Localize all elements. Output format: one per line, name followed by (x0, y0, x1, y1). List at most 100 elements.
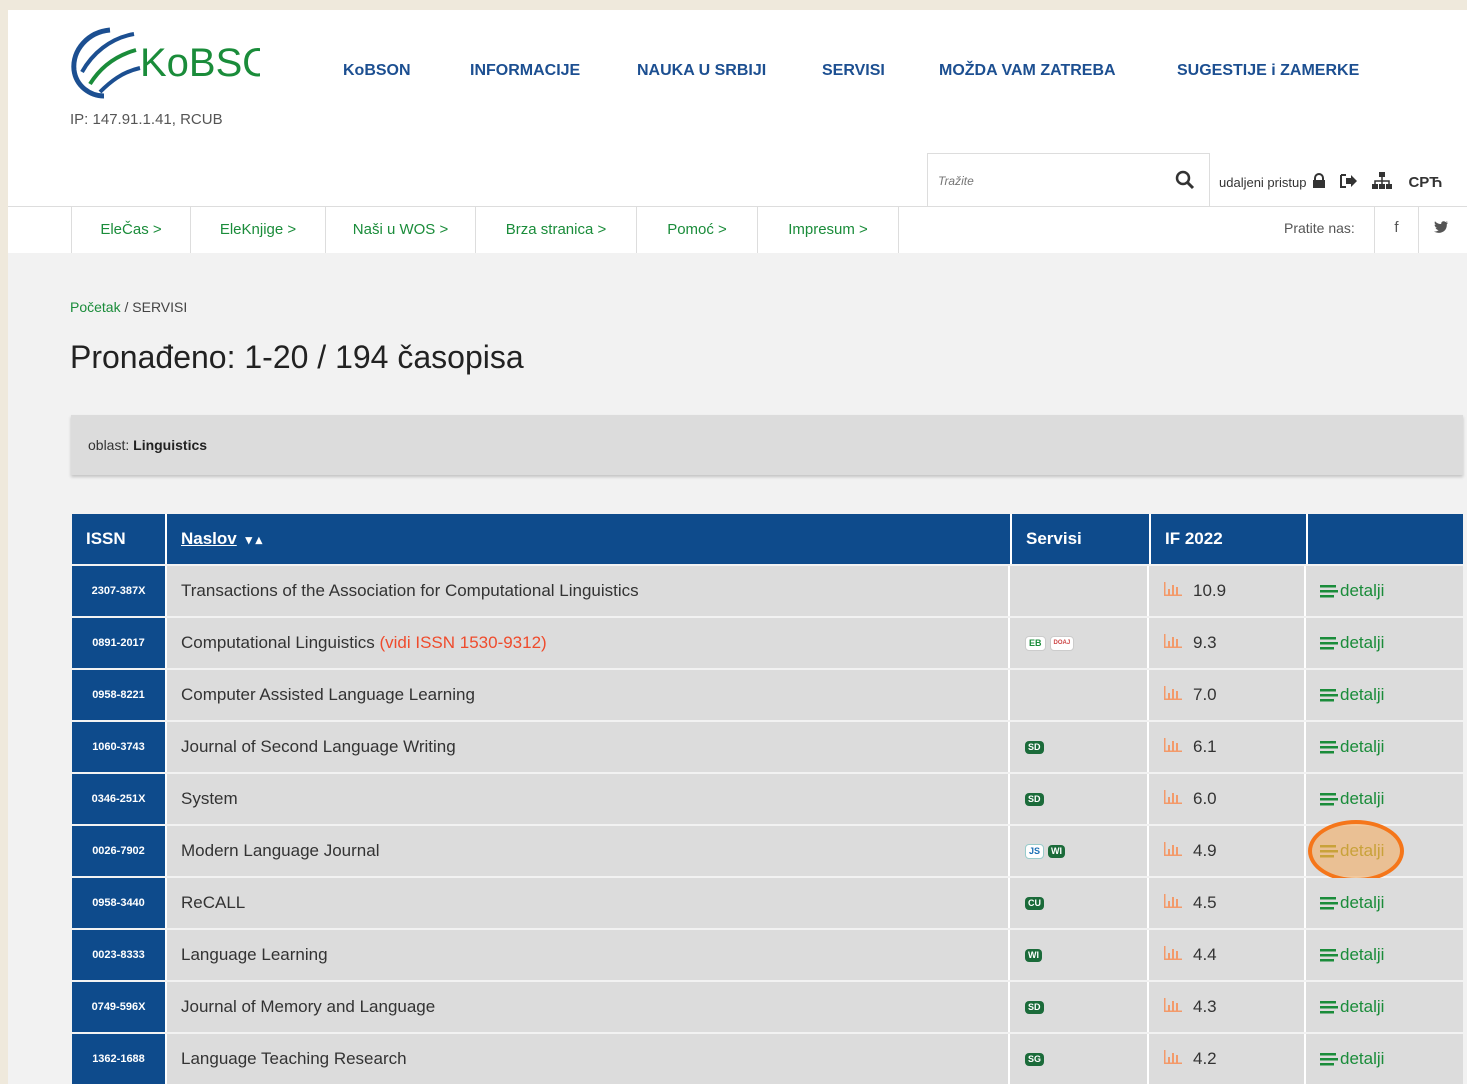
login-icon[interactable] (1340, 173, 1358, 192)
bar-chart-icon[interactable] (1163, 685, 1183, 706)
breadcrumb-home[interactable]: Početak (70, 299, 121, 315)
bar-chart-icon[interactable] (1163, 581, 1183, 602)
lock-icon[interactable] (1312, 172, 1326, 192)
journal-title-text[interactable]: Computer Assisted Language Learning (181, 685, 475, 704)
journal-title-text[interactable]: System (181, 789, 238, 808)
journal-title[interactable]: Computational Linguistics (vidi ISSN 153… (181, 618, 547, 668)
details-link[interactable]: detalji (1320, 930, 1384, 980)
table-row: 2307-387X Transactions of the Association… (72, 566, 1463, 616)
impact-factor-cell: 4.4 (1163, 930, 1217, 980)
list-icon (1320, 688, 1338, 703)
bar-chart-icon[interactable] (1163, 945, 1183, 966)
list-icon (1320, 1000, 1338, 1015)
issn-cell: 0958-8221 (72, 670, 165, 720)
facebook-icon[interactable]: f (1374, 207, 1418, 253)
subnav-brza-stranica[interactable]: Brza stranica > (475, 207, 636, 253)
journal-title[interactable]: System (181, 774, 238, 824)
details-label[interactable]: detalji (1340, 841, 1384, 861)
nav-informacije[interactable]: INFORMACIJE (470, 62, 580, 80)
nav-nauka-u-srbiji[interactable]: NAUKA U SRBIJI (637, 62, 766, 80)
bar-chart-icon[interactable] (1163, 997, 1183, 1018)
sort-arrows-icon[interactable]: ▾ ▴ (245, 532, 262, 547)
journal-title-text[interactable]: ReCALL (181, 893, 245, 912)
details-link[interactable]: detalji (1320, 670, 1384, 720)
search-input[interactable] (936, 166, 1160, 196)
bar-chart-icon[interactable] (1163, 633, 1183, 654)
journal-title[interactable]: Modern Language Journal (181, 826, 379, 876)
bar-chart-icon[interactable] (1163, 893, 1183, 914)
details-label[interactable]: detalji (1340, 581, 1384, 601)
column-divider (1147, 826, 1149, 876)
journal-note-link[interactable]: (vidi ISSN 1530-9312) (379, 633, 546, 652)
bar-chart-icon[interactable] (1163, 737, 1183, 758)
journal-title-text[interactable]: Language Learning (181, 945, 328, 964)
details-label[interactable]: detalji (1340, 685, 1384, 705)
service-badge-cu[interactable]: CU (1025, 896, 1044, 910)
details-link[interactable]: detalji (1320, 566, 1384, 616)
bar-chart-icon[interactable] (1163, 789, 1183, 810)
details-link[interactable]: detalji (1320, 826, 1384, 876)
remote-access-link[interactable]: udaljeni pristup (1219, 175, 1306, 190)
twitter-icon[interactable] (1418, 207, 1462, 253)
column-divider (1304, 618, 1306, 668)
details-label[interactable]: detalji (1340, 945, 1384, 965)
details-label[interactable]: detalji (1340, 997, 1384, 1017)
journal-title-text[interactable]: Journal of Memory and Language (181, 997, 435, 1016)
service-badge-sd[interactable]: SD (1025, 740, 1044, 754)
details-label[interactable]: detalji (1340, 893, 1384, 913)
service-badge-wi[interactable]: WI (1048, 844, 1066, 858)
subnav-eleknjige[interactable]: EleKnjige > (190, 207, 325, 253)
details-label[interactable]: detalji (1340, 737, 1384, 757)
impact-factor-cell: 9.3 (1163, 618, 1217, 668)
service-badge-eb[interactable]: EB (1025, 635, 1046, 651)
service-badge-sd[interactable]: SD (1025, 1000, 1044, 1014)
journal-title-text[interactable]: Language Teaching Research (181, 1049, 407, 1068)
service-badge-wi[interactable]: WI (1025, 948, 1042, 962)
column-divider (165, 982, 167, 1032)
impact-factor-value: 4.3 (1193, 997, 1217, 1016)
details-link[interactable]: detalji (1320, 878, 1384, 928)
sitemap-icon[interactable] (1372, 171, 1393, 193)
details-label[interactable]: detalji (1340, 789, 1384, 809)
journal-title[interactable]: Language Teaching Research (181, 1034, 407, 1084)
journal-title[interactable]: ReCALL (181, 878, 245, 928)
service-badge-doaj[interactable]: DOAJ (1049, 635, 1075, 651)
column-divider (1008, 774, 1010, 824)
column-divider (1147, 566, 1149, 616)
details-link[interactable]: detalji (1320, 1034, 1384, 1084)
nav-mozda-vam-zatreba[interactable]: MOŽDA VAM ZATREBA (939, 62, 1116, 80)
nav-sugestije-i-zamerke[interactable]: SUGESTIJE i ZAMERKE (1177, 62, 1359, 80)
journal-title-text[interactable]: Journal of Second Language Writing (181, 737, 456, 756)
search-icon[interactable] (1175, 170, 1195, 195)
service-badge-js[interactable]: JS (1025, 843, 1045, 859)
nav-kobson[interactable]: KoBSON (343, 62, 411, 80)
header-naslov[interactable]: Naslov ▾ ▴ (165, 514, 1010, 564)
subnav-elecas[interactable]: EleČas > (71, 207, 190, 253)
journal-title-text[interactable]: Transactions of the Association for Comp… (181, 581, 639, 600)
header-naslov-label[interactable]: Naslov (181, 529, 237, 548)
nav-servisi[interactable]: SERVISI (822, 62, 885, 80)
journal-title[interactable]: Journal of Memory and Language (181, 982, 435, 1032)
list-icon (1320, 844, 1338, 859)
subnav-nasi-u-wos[interactable]: Naši u WOS > (325, 207, 475, 253)
details-label[interactable]: detalji (1340, 633, 1384, 653)
details-link[interactable]: detalji (1320, 722, 1384, 772)
language-switch[interactable]: СРЋ (1408, 174, 1442, 191)
details-link[interactable]: detalji (1320, 982, 1384, 1032)
service-badge-sg[interactable]: SG (1025, 1052, 1045, 1066)
bar-chart-icon[interactable] (1163, 1049, 1183, 1070)
details-link[interactable]: detalji (1320, 618, 1384, 668)
issn-cell: 0026-7902 (72, 826, 165, 876)
journal-title[interactable]: Transactions of the Association for Comp… (181, 566, 639, 616)
bar-chart-icon[interactable] (1163, 841, 1183, 862)
details-link[interactable]: detalji (1320, 774, 1384, 824)
journal-title[interactable]: Journal of Second Language Writing (181, 722, 456, 772)
journal-title-text[interactable]: Modern Language Journal (181, 841, 379, 860)
subnav-pomoc[interactable]: Pomoć > (636, 207, 757, 253)
service-badge-sd[interactable]: SD (1025, 792, 1044, 806)
journal-title-text[interactable]: Computational Linguistics (181, 633, 375, 652)
subnav-impresum[interactable]: Impresum > (757, 207, 899, 253)
details-label[interactable]: detalji (1340, 1049, 1384, 1069)
journal-title[interactable]: Computer Assisted Language Learning (181, 670, 475, 720)
journal-title[interactable]: Language Learning (181, 930, 328, 980)
